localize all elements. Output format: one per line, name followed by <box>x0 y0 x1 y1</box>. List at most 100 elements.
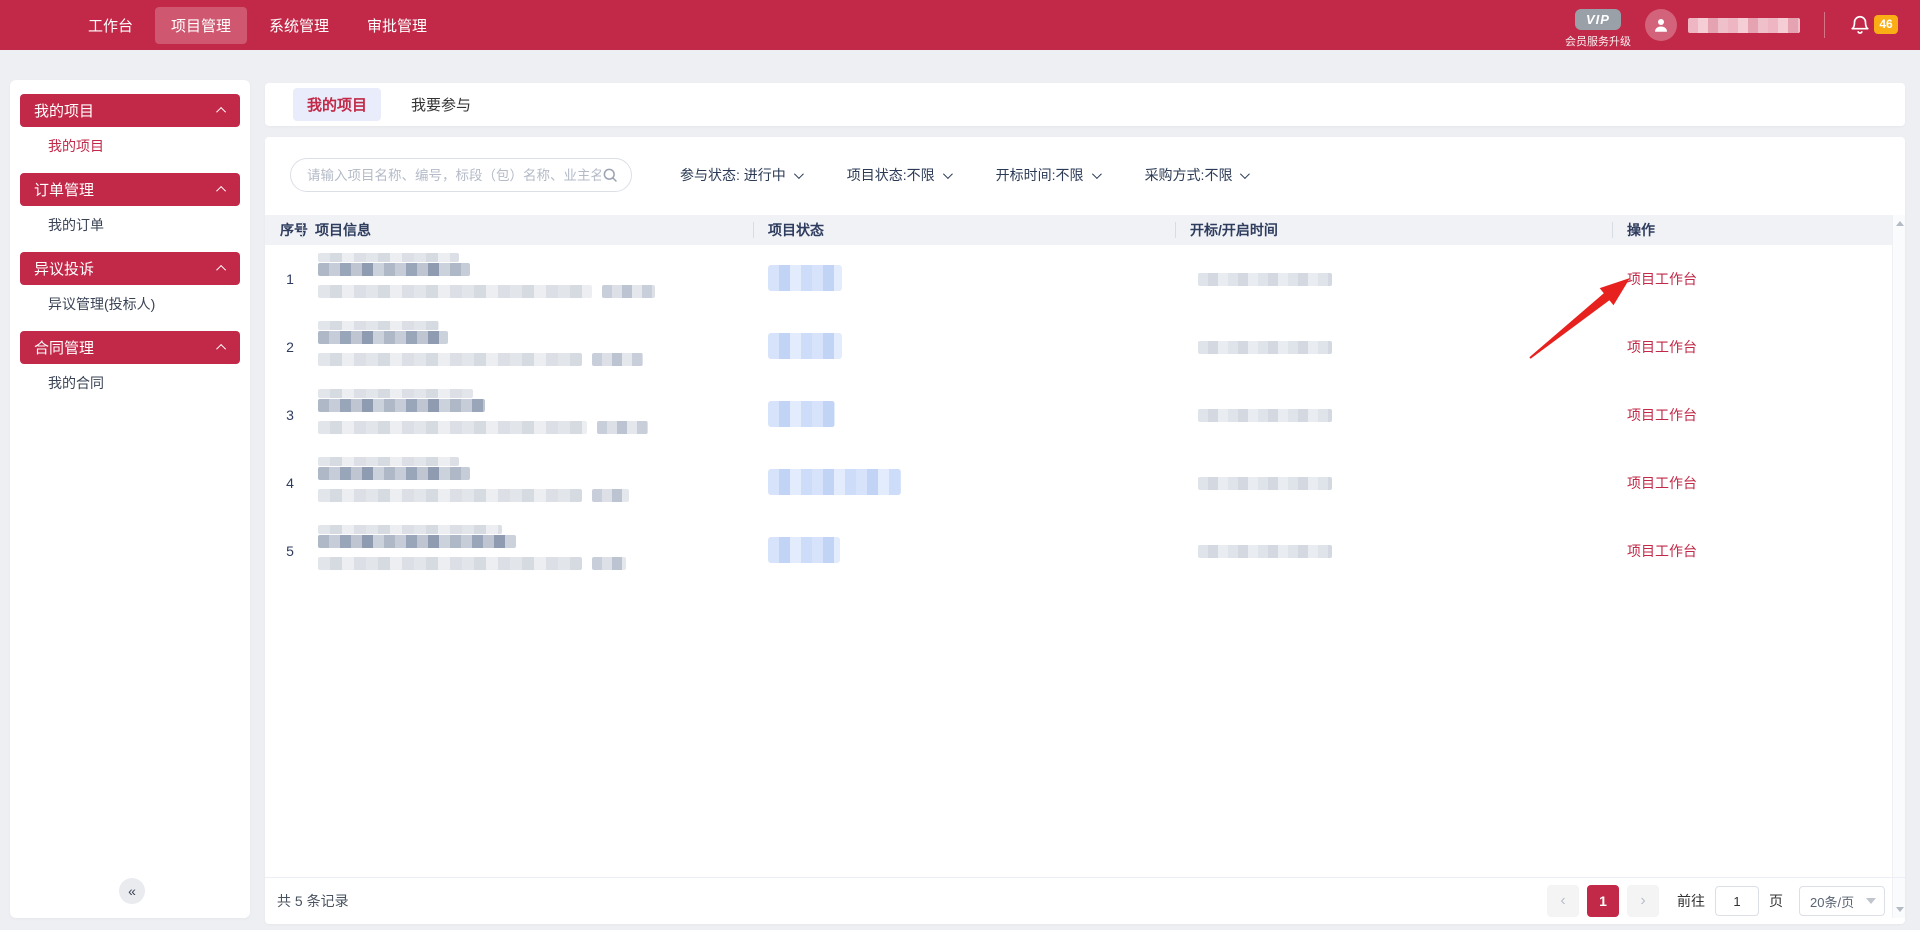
nav-divider <box>1824 12 1825 38</box>
sidebar-section-异议投诉[interactable]: 异议投诉 <box>20 252 240 285</box>
table-row: 3 项目工作台 <box>265 381 1905 449</box>
tab-我要参与[interactable]: 我要参与 <box>397 88 485 121</box>
status-badge-redacted <box>768 265 842 291</box>
search-box[interactable] <box>290 158 632 192</box>
chevron-up-icon <box>216 107 226 117</box>
sidebar-item-我的项目[interactable]: 我的项目 <box>20 127 240 165</box>
username-redacted[interactable] <box>1688 18 1800 33</box>
column-separator <box>753 222 754 238</box>
redacted-tag <box>592 353 643 366</box>
filter-dropdown[interactable]: 项目状态:不限 <box>847 165 950 185</box>
open-time-redacted <box>1198 477 1332 490</box>
project-workbench-link[interactable]: 项目工作台 <box>1627 245 1697 313</box>
chevron-up-icon <box>216 344 226 354</box>
project-info-redacted <box>318 321 643 366</box>
next-page-button[interactable]: › <box>1627 885 1659 917</box>
column-separator <box>302 222 303 238</box>
pagination: ‹ 1 › 前往 页 20条/页 <box>1547 885 1885 917</box>
redacted-title-top <box>318 389 473 398</box>
redacted-title-top <box>318 321 439 330</box>
sidebar-section-我的项目[interactable]: 我的项目 <box>20 94 240 127</box>
nav-item-系统管理[interactable]: 系统管理 <box>253 7 345 44</box>
row-index: 4 <box>277 449 303 517</box>
nav-item-项目管理[interactable]: 项目管理 <box>155 7 247 44</box>
project-workbench-link[interactable]: 项目工作台 <box>1627 313 1697 381</box>
current-page-button[interactable]: 1 <box>1587 885 1619 917</box>
filter-label: 开标时间:不限 <box>996 165 1084 185</box>
table-body: 1项目工作台2项目工作台3项目工作台4项目工作台5项目工作台 <box>265 245 1905 585</box>
user-avatar[interactable] <box>1645 9 1677 41</box>
tab-我的项目[interactable]: 我的项目 <box>293 88 381 121</box>
scroll-up-icon[interactable] <box>1896 221 1904 226</box>
filter-dropdown[interactable]: 开标时间:不限 <box>996 165 1099 185</box>
column-header-项目状态: 项目状态 <box>768 215 824 245</box>
filter-dropdown[interactable]: 采购方式:不限 <box>1145 165 1248 185</box>
open-time-redacted <box>1198 545 1332 558</box>
vip-upgrade[interactable]: VIP 会员服务升级 <box>1560 9 1636 49</box>
redacted-subtext <box>318 421 587 434</box>
table-row: 2 项目工作台 <box>265 313 1905 381</box>
redacted-tag <box>602 285 655 298</box>
project-workbench-link[interactable]: 项目工作台 <box>1627 381 1697 449</box>
open-time-redacted <box>1198 341 1332 354</box>
nav-item-工作台[interactable]: 工作台 <box>72 7 149 44</box>
notification-count-badge[interactable]: 46 <box>1874 15 1898 34</box>
row-index: 2 <box>277 313 303 381</box>
sidebar-section-title: 合同管理 <box>34 337 94 358</box>
table-row: 4 项目工作台 <box>265 449 1905 517</box>
page-size-select[interactable]: 20条/页 <box>1799 886 1885 916</box>
top-navbar: 工作台项目管理系统管理审批管理 VIP 会员服务升级 46 <box>0 0 1920 50</box>
vip-caption: 会员服务升级 <box>1560 33 1636 49</box>
row-index: 3 <box>277 381 303 449</box>
person-icon <box>1652 16 1670 34</box>
column-header-项目信息: 项目信息 <box>315 215 371 245</box>
nav-item-审批管理[interactable]: 审批管理 <box>351 7 443 44</box>
filter-bar: 参与状态: 进行中 项目状态:不限 开标时间:不限 采购方式:不限 <box>680 158 1247 192</box>
status-badge-redacted <box>768 401 835 427</box>
sidebar-section-title: 我的项目 <box>34 100 94 121</box>
sidebar-collapse-button[interactable]: « <box>119 878 145 904</box>
vip-icon: VIP <box>1575 9 1621 30</box>
notification-bell-icon[interactable] <box>1849 14 1871 36</box>
project-info-redacted <box>318 525 626 570</box>
sidebar-item-我的合同[interactable]: 我的合同 <box>20 364 240 402</box>
table-row: 1项目工作台 <box>265 245 1905 313</box>
redacted-subtext <box>318 557 582 570</box>
top-nav-menu: 工作台项目管理系统管理审批管理 <box>72 0 443 50</box>
search-icon[interactable] <box>601 166 619 184</box>
redacted-title <box>318 331 448 344</box>
select-caret-icon <box>1866 898 1876 904</box>
project-info-redacted <box>318 253 655 298</box>
filter-dropdown[interactable]: 参与状态: 进行中 <box>680 165 801 185</box>
vertical-scrollbar[interactable] <box>1892 215 1905 918</box>
sidebar: 我的项目我的项目订单管理我的订单异议投诉异议管理(投标人)合同管理我的合同 « <box>10 80 250 918</box>
redacted-subline <box>318 557 626 570</box>
total-records-text: 共 5 条记录 <box>277 891 349 911</box>
goto-page-input[interactable] <box>1715 886 1759 916</box>
redacted-subline <box>318 285 655 298</box>
redacted-title-top <box>318 253 459 262</box>
open-time-redacted <box>1198 273 1332 286</box>
sidebar-item-异议管理(投标人)[interactable]: 异议管理(投标人) <box>20 285 240 323</box>
redacted-title-top <box>318 457 459 466</box>
redacted-title <box>318 535 516 548</box>
sidebar-item-我的订单[interactable]: 我的订单 <box>20 206 240 244</box>
tabs-bar: 我的项目我要参与 <box>265 83 1905 126</box>
redacted-tag <box>597 421 648 434</box>
column-header-操作: 操作 <box>1627 215 1655 245</box>
filter-label: 项目状态:不限 <box>847 165 935 185</box>
redacted-subline <box>318 353 643 366</box>
project-info-redacted <box>318 389 648 434</box>
goto-label: 前往 <box>1677 891 1705 911</box>
search-input[interactable] <box>307 168 601 183</box>
project-workbench-link[interactable]: 项目工作台 <box>1627 449 1697 517</box>
filter-label: 采购方式:不限 <box>1145 165 1233 185</box>
project-workbench-link[interactable]: 项目工作台 <box>1627 517 1697 585</box>
sidebar-section-合同管理[interactable]: 合同管理 <box>20 331 240 364</box>
sidebar-section-订单管理[interactable]: 订单管理 <box>20 173 240 206</box>
filter-label: 参与状态: 进行中 <box>680 165 786 185</box>
redacted-title <box>318 263 470 276</box>
redacted-subtext <box>318 489 582 502</box>
column-separator <box>1175 222 1176 238</box>
prev-page-button[interactable]: ‹ <box>1547 885 1579 917</box>
